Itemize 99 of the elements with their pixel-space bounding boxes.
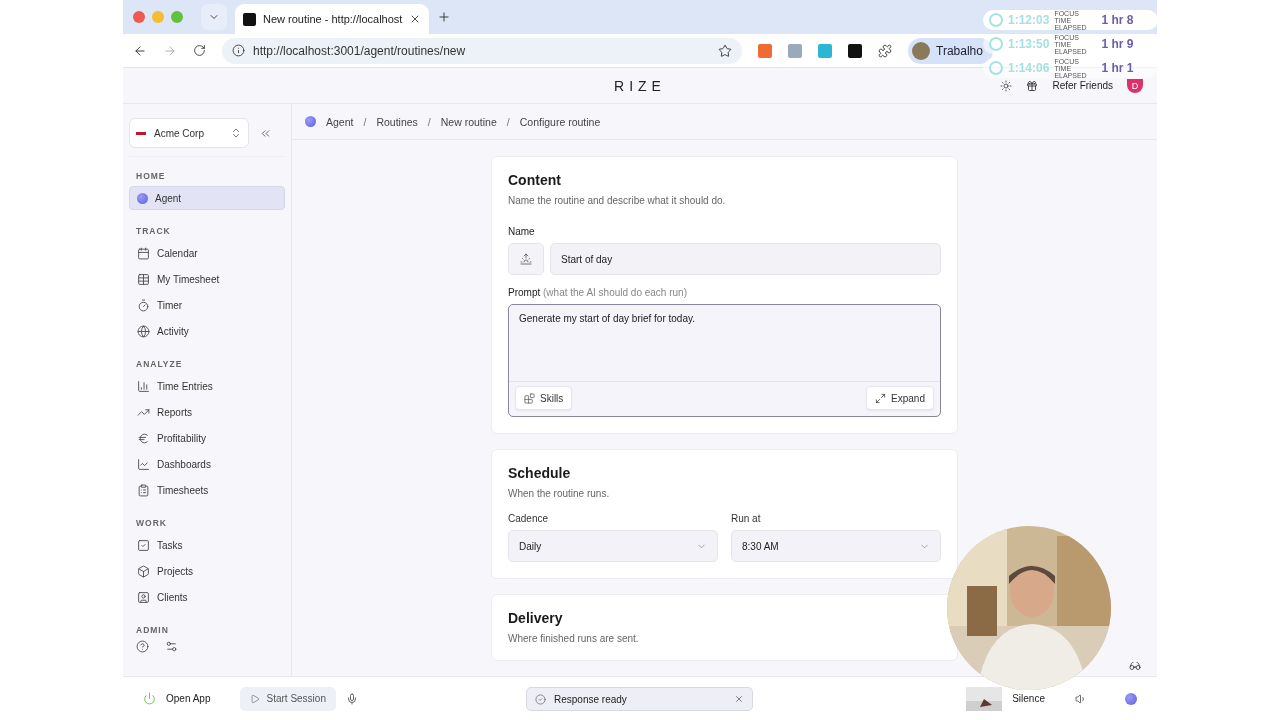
field-label: Prompt (what the AI should do each run) [508, 287, 688, 298]
prompt-field[interactable]: Generate my start of day brief for today. Skills Expand [508, 304, 941, 417]
close-window-button[interactable] [133, 11, 145, 23]
card-description: Name the routine and describe what it should do. [508, 195, 727, 206]
forward-icon [163, 43, 177, 58]
field-label: Name [508, 226, 536, 237]
power-icon [143, 692, 156, 705]
gift-icon [1026, 79, 1039, 92]
dropdown-select[interactable]: 8:30 AM [731, 530, 941, 562]
speaker-icon [1075, 692, 1087, 705]
browser-tab[interactable]: New routine - http://localhost [235, 4, 430, 34]
agent-orb-icon [137, 192, 148, 204]
agent-orb-icon [305, 116, 316, 127]
skills-button[interactable]: Skills [515, 386, 573, 410]
ring-icon [989, 13, 1003, 27]
expand-button[interactable]: Expand [866, 386, 934, 410]
sun-icon [1000, 79, 1013, 92]
settings-icon [165, 640, 178, 653]
section-heading: WORK [135, 517, 168, 530]
euro-icon [137, 431, 150, 445]
assistant-orb-icon[interactable] [1125, 692, 1137, 705]
field-label: Cadence [508, 513, 550, 524]
user-avatar[interactable]: D [1127, 78, 1143, 93]
nav-item[interactable]: My Timesheet [129, 267, 285, 291]
profile-button[interactable]: Trabalho [908, 37, 993, 64]
toast-notification: Response ready [526, 687, 753, 711]
nav-item[interactable]: Timer [129, 293, 285, 317]
checkbox-icon [137, 538, 150, 552]
dropdown-select[interactable]: Daily [508, 530, 718, 562]
bar-chart-icon [137, 379, 150, 393]
nav-item[interactable]: Clients [129, 585, 285, 609]
refer-friends-link[interactable]: Refer Friends [1052, 80, 1113, 91]
microphone-icon [345, 692, 358, 705]
star-icon [718, 43, 732, 58]
ring-icon [989, 61, 1003, 75]
breadcrumb-link[interactable]: Routines [376, 115, 418, 128]
nav-item[interactable]: Dashboards [129, 452, 285, 476]
sound-label: Silence [1012, 693, 1045, 704]
cube-icon [137, 564, 150, 578]
line-chart-icon [137, 457, 150, 471]
section-heading: ANALYZE [135, 358, 184, 371]
breadcrumb-separator: / [363, 115, 367, 128]
stopwatch-icon [137, 298, 150, 312]
puzzle-icon [878, 43, 892, 58]
open-app-link[interactable]: Open App [166, 693, 211, 704]
nav-item[interactable]: Activity [129, 319, 285, 343]
avatar-icon [912, 41, 930, 60]
name-field[interactable]: Start of day [550, 243, 941, 275]
calendar-icon [137, 246, 150, 260]
extension-icon[interactable] [848, 43, 862, 58]
reload-icon [193, 44, 206, 57]
breadcrumb-separator: / [427, 115, 431, 128]
section-heading: TRACK [135, 225, 172, 238]
nav-item[interactable]: Calendar [129, 241, 285, 265]
field-label: Run at [731, 513, 762, 524]
start-session-button[interactable]: Start Session [240, 686, 336, 711]
card-title: Delivery [508, 610, 564, 626]
minimize-window-button[interactable] [152, 11, 164, 23]
nav-item[interactable]: Timesheets [129, 478, 285, 502]
nav-item[interactable]: Projects [129, 559, 285, 583]
card-title: Schedule [508, 465, 572, 481]
new-tab-icon [437, 10, 452, 24]
nav-item[interactable]: Time Entries [129, 374, 285, 398]
globe-icon [137, 324, 150, 338]
nav-item[interactable]: Agent [129, 186, 285, 210]
section-heading: ADMIN [135, 624, 170, 637]
card-title: Content [508, 172, 562, 188]
back-icon [133, 43, 147, 58]
help-icon [136, 640, 149, 653]
maximize-window-button[interactable] [171, 11, 183, 23]
icon-picker-button[interactable] [508, 243, 544, 275]
play-icon [250, 693, 261, 704]
card-description: Where finished runs are sent. [508, 633, 640, 644]
breadcrumb-link[interactable]: New routine [440, 115, 497, 128]
nav-item[interactable]: Tasks [129, 533, 285, 557]
workspace-logo-icon [136, 131, 146, 135]
nav-item[interactable]: Reports [129, 400, 285, 424]
contact-icon [137, 590, 150, 604]
chevrons-icon [230, 127, 242, 139]
sunrise-icon [520, 253, 532, 265]
tab-list-button[interactable] [201, 4, 227, 30]
expand-icon [875, 392, 887, 404]
glasses-icon [1129, 660, 1141, 672]
nav-item[interactable]: Profitability [129, 426, 285, 450]
breadcrumb-separator: / [506, 115, 510, 128]
info-icon [232, 44, 245, 57]
blocks-icon [524, 392, 535, 404]
table-icon [137, 272, 150, 286]
app-logo: RIZE [614, 77, 666, 94]
card-description: When the routine runs. [508, 488, 611, 499]
check-circle-icon [535, 693, 546, 705]
ring-icon [989, 37, 1003, 51]
section-heading: HOME [135, 170, 167, 183]
address-bar[interactable]: http://localhost:3001/agent/routines/new [222, 37, 742, 64]
close-icon [734, 694, 744, 704]
clipboard-icon [137, 483, 150, 497]
workspace-selector[interactable]: Acme Corp [129, 118, 249, 148]
favicon-icon [243, 12, 256, 26]
breadcrumb-link[interactable]: Agent [326, 115, 354, 128]
